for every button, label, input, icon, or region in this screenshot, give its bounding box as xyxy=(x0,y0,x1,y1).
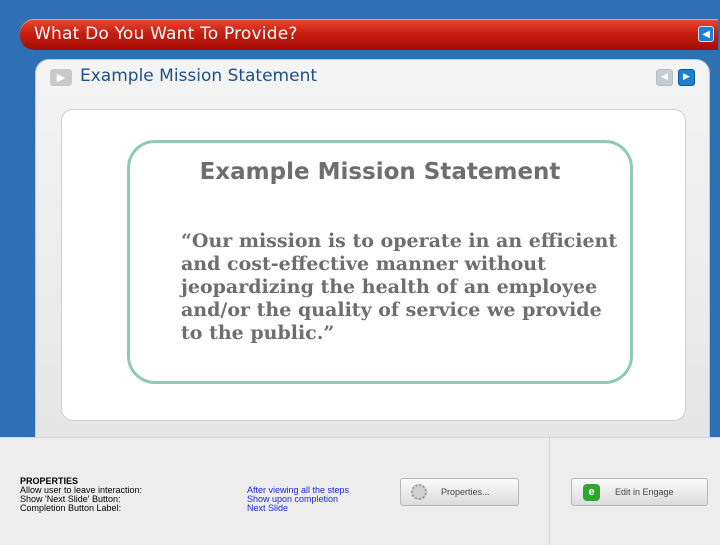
interaction-title: What Do You Want To Provide? xyxy=(34,24,298,44)
interaction-stage: What Do You Want To Provide? ◀ ▶ Example… xyxy=(0,0,720,437)
mission-statement-box: Example Mission Statement “Our mission i… xyxy=(127,140,633,384)
properties-button-label: Properties... xyxy=(441,487,490,497)
edit-in-engage-label: Edit in Engage xyxy=(615,487,674,497)
gear-icon xyxy=(411,484,427,500)
property-value[interactable]: Next Slide xyxy=(247,503,288,513)
slide-heading: Example Mission Statement xyxy=(199,159,561,185)
property-row-completion-label: Completion Button Label: Next Slide xyxy=(20,503,360,513)
edit-in-engage-button[interactable]: e Edit in Engage xyxy=(571,478,708,506)
properties-panel: PROPERTIES Allow user to leave interacti… xyxy=(0,437,720,545)
previous-arrow-icon[interactable]: ◀ xyxy=(656,69,673,86)
slide-frame: Example Mission Statement “Our mission i… xyxy=(61,109,686,421)
mission-quote: “Our mission is to operate in an efficie… xyxy=(181,230,618,344)
title-bar: What Do You Want To Provide? ◀ xyxy=(20,19,718,50)
properties-button[interactable]: Properties... xyxy=(400,478,519,506)
step-indicator-icon: ▶ xyxy=(50,69,72,86)
panel-title: Example Mission Statement xyxy=(80,66,318,86)
panel-divider xyxy=(549,437,550,545)
speaker-icon[interactable]: ◀ xyxy=(698,26,714,42)
property-label: Completion Button Label: xyxy=(20,503,122,513)
next-arrow-icon[interactable]: ▶ xyxy=(678,69,695,86)
engage-logo-icon: e xyxy=(583,484,600,501)
content-panel: ▶ Example Mission Statement ◀ ▶ Example … xyxy=(35,59,710,437)
